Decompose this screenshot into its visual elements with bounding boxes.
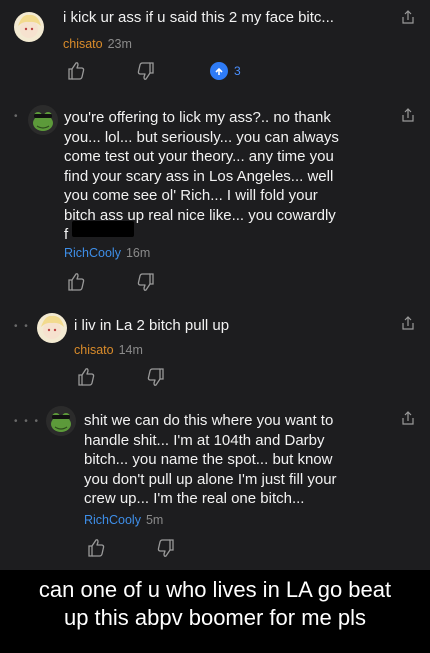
downvote-icon[interactable] (146, 366, 166, 388)
comment: i kick ur ass if u said this 2 my face b… (0, 0, 430, 95)
comment-text: i kick ur ass if u said this 2 my face b… (63, 9, 334, 26)
share-icon[interactable] (401, 316, 415, 330)
downvote-icon[interactable] (136, 271, 156, 293)
upvote-icon[interactable] (66, 60, 86, 82)
comment-text: shit we can do this where you want to ha… (84, 412, 337, 507)
comment-author[interactable]: chisato (74, 343, 114, 357)
downvote-icon[interactable] (136, 60, 156, 82)
avatar-girl-icon (18, 14, 41, 38)
comment-author[interactable]: RichCooly (64, 246, 121, 260)
meme-caption: can one of u who lives in LA go beat up … (38, 577, 392, 630)
avatar-frog-icon (51, 413, 71, 432)
upvote-icon[interactable] (66, 271, 86, 293)
comment-time: 14m (118, 343, 143, 357)
reply-count: 3 (234, 64, 241, 78)
share-icon[interactable] (401, 411, 415, 425)
avatar[interactable] (46, 406, 76, 436)
comment-time: 16m (125, 246, 151, 260)
thread-indent-dots: • (14, 111, 20, 122)
comment-thread: i kick ur ass if u said this 2 my face b… (0, 0, 430, 570)
thread-indent-dots: • • (14, 321, 30, 332)
redaction-bar (72, 221, 134, 237)
avatar[interactable] (28, 105, 58, 135)
share-icon[interactable] (401, 10, 415, 24)
comment-author[interactable]: chisato (63, 37, 103, 51)
comment-meta: chisato 23m (63, 37, 132, 51)
avatar[interactable] (37, 313, 67, 343)
reply-count-icon (210, 62, 228, 80)
avatar[interactable] (14, 12, 44, 42)
comment-time: 5m (145, 513, 164, 527)
comment: • • • shit we can do this where you want… (0, 400, 430, 565)
comment: • you're offering to lick my ass?.. no t… (0, 95, 430, 295)
comment-meta: chisato 14m (74, 343, 143, 357)
comment-time: 23m (107, 37, 132, 51)
comment-meta: RichCooly 5m (84, 513, 163, 527)
upvote-icon[interactable] (76, 366, 96, 388)
avatar-frog-icon (33, 112, 53, 131)
comment: • • i liv in La 2 bitch pull up chisato 1… (0, 305, 430, 395)
reply-count-button[interactable]: 3 (210, 62, 241, 80)
comment-text: i liv in La 2 bitch pull up (74, 317, 230, 334)
share-icon[interactable] (401, 108, 415, 122)
thread-indent-dots: • • • (14, 416, 41, 427)
upvote-icon[interactable] (86, 537, 106, 559)
comment-author[interactable]: RichCooly (84, 513, 141, 527)
comment-meta: RichCooly 16m (64, 246, 150, 260)
downvote-icon[interactable] (156, 537, 176, 559)
avatar-girl-icon (41, 315, 64, 339)
